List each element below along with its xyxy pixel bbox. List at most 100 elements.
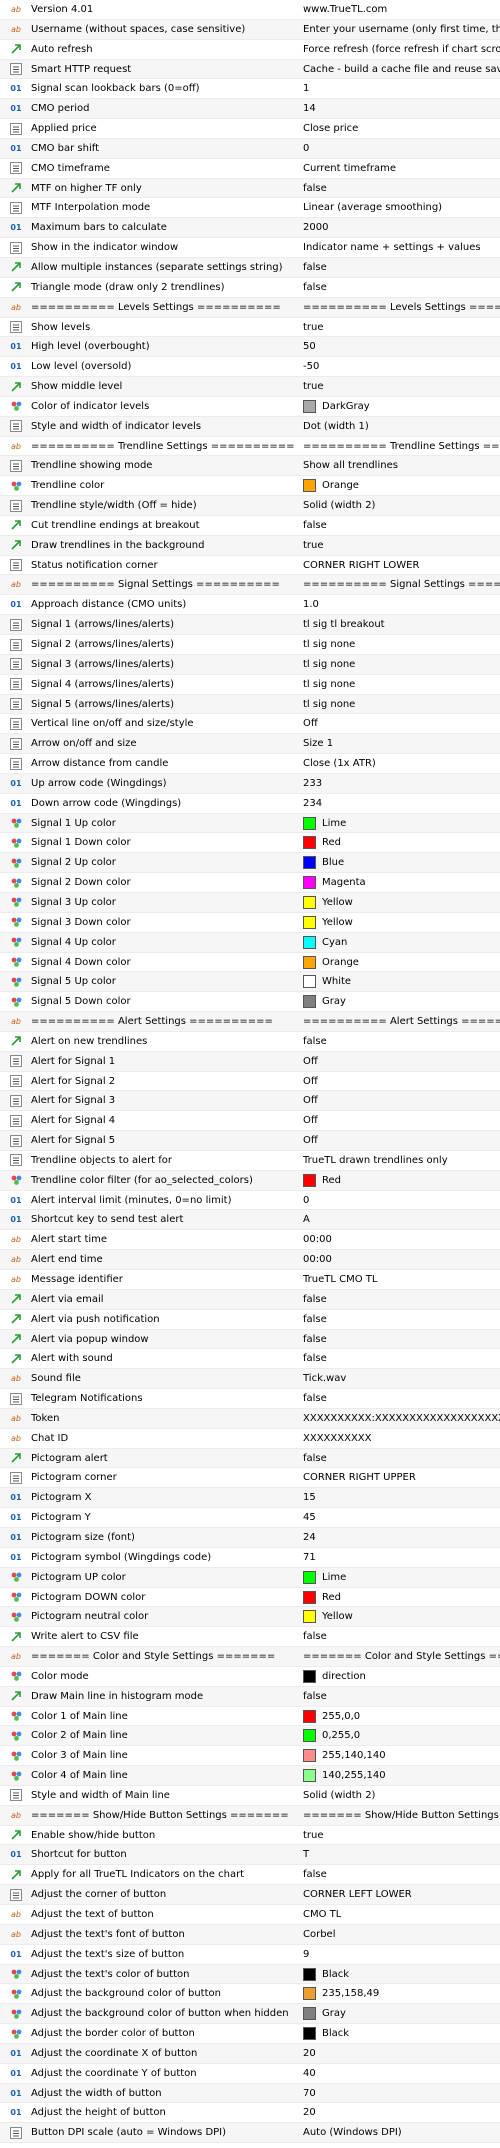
input-value[interactable]: 255,140,140 [303,1746,500,1765]
input-row[interactable]: Alert for Signal 5 Off [0,1131,500,1151]
input-row[interactable]: 01 Pictogram Y 45 [0,1508,500,1528]
input-row[interactable]: Alert on new trendlines false [0,1032,500,1052]
input-value[interactable]: 2000 [303,218,500,237]
input-row[interactable]: ab Adjust the text of button CMO TL [0,1905,500,1925]
input-row[interactable]: Signal 2 (arrows/lines/alerts) tl sig no… [0,635,500,655]
input-value[interactable]: 45 [303,1508,500,1527]
input-value[interactable]: 20 [303,2044,500,2063]
input-row[interactable]: ab Alert end time 00:00 [0,1250,500,1270]
input-row[interactable]: Signal 4 Down color Orange [0,953,500,973]
input-value[interactable]: 20 [303,2103,500,2122]
input-row[interactable]: Alert via push notification false [0,1310,500,1330]
input-value[interactable]: -50 [303,357,500,376]
input-value[interactable]: Black [303,1965,500,1984]
input-value[interactable]: direction [303,1667,500,1686]
input-value[interactable]: false [303,1290,500,1309]
input-value[interactable]: Size 1 [303,734,500,753]
input-row[interactable]: Status notification corner CORNER RIGHT … [0,556,500,576]
input-value[interactable]: false [303,1627,500,1646]
input-row[interactable]: Alert with sound false [0,1349,500,1370]
input-value[interactable]: 233 [303,774,500,793]
input-value[interactable]: White [303,972,500,991]
input-value[interactable]: 235,158,49 [303,1984,500,2003]
input-row[interactable]: Trendline color filter (for ao_selected_… [0,1170,500,1191]
input-value[interactable]: 50 [303,337,500,356]
input-row[interactable]: Pictogram DOWN color Red [0,1588,500,1608]
input-row[interactable]: Trendline style/width (Off = hide) Solid… [0,496,500,516]
input-value[interactable]: Red [303,1588,500,1607]
input-row[interactable]: ab ========== Alert Settings ========== … [0,1012,500,1032]
input-value[interactable]: ======= Show/Hide Button Settings ======… [303,1806,500,1825]
input-value[interactable]: ========== Levels Settings ========== [303,298,500,317]
input-row[interactable]: Signal 3 Up color Yellow [0,892,500,913]
input-row[interactable]: Signal 2 Up color Blue [0,853,500,874]
input-value[interactable]: Off [303,1131,500,1150]
input-value[interactable]: Close price [303,119,500,138]
input-value[interactable]: 255,0,0 [303,1707,500,1726]
input-row[interactable]: Arrow on/off and size Size 1 [0,734,500,755]
input-value[interactable]: Orange [303,476,500,495]
input-row[interactable]: Cut trendline endings at breakout false [0,516,500,536]
input-row[interactable]: Button DPI scale (auto = Windows DPI) Au… [0,2123,500,2144]
input-value[interactable]: 71 [303,1548,500,1567]
input-row[interactable]: Show in the indicator window Indicator n… [0,238,500,258]
input-row[interactable]: 01 Shortcut for button T [0,1845,500,1866]
input-value[interactable]: Off [303,1072,500,1091]
input-value[interactable]: true [303,536,500,555]
input-value[interactable]: 9 [303,1945,500,1964]
input-value[interactable]: Off [303,714,500,733]
input-row[interactable]: Adjust the border color of button Black [0,2024,500,2044]
input-row[interactable]: 01 Pictogram X 15 [0,1488,500,1509]
input-value[interactable]: Dot (width 1) [303,417,500,436]
input-value[interactable]: XXXXXXXXXX [303,1429,500,1448]
input-value[interactable]: A [303,1210,500,1229]
input-value[interactable]: TrueTL drawn trendlines only [303,1151,500,1170]
input-value[interactable]: ======= Color and Style Settings ======= [303,1647,500,1666]
input-row[interactable]: ab ========== Trendline Settings =======… [0,437,500,457]
input-row[interactable]: Color 3 of Main line 255,140,140 [0,1746,500,1767]
input-row[interactable]: 01 Pictogram symbol (Wingdings code) 71 [0,1548,500,1568]
input-row[interactable]: Smart HTTP request Cache - build a cache… [0,59,500,80]
input-value[interactable]: false [303,1330,500,1349]
input-value[interactable]: DarkGray [303,397,500,416]
input-row[interactable]: ab Token XXXXXXXXXX:XXXXXXXXXXXXXXXXXXXX… [0,1408,500,1429]
input-value[interactable]: 234 [303,794,500,813]
input-value[interactable]: CORNER RIGHT LOWER [303,556,500,575]
input-row[interactable]: Alert for Signal 1 Off [0,1051,500,1072]
input-value[interactable]: false [303,1349,500,1368]
input-value[interactable]: tl sig tl breakout [303,615,500,634]
input-row[interactable]: Signal 4 Up color Cyan [0,932,500,953]
input-row[interactable]: Color 2 of Main line 0,255,0 [0,1726,500,1747]
input-row[interactable]: Alert via email false [0,1289,500,1310]
input-value[interactable]: Red [303,1171,500,1190]
input-value[interactable]: ========== Trendline Settings ========== [303,437,500,456]
input-row[interactable]: ab Alert start time 00:00 [0,1230,500,1251]
input-value[interactable]: tl sig none [303,695,500,714]
input-value[interactable]: false [303,1389,500,1408]
input-row[interactable]: Signal 3 (arrows/lines/alerts) tl sig no… [0,654,500,675]
input-value[interactable]: ========== Signal Settings ========== [303,575,500,594]
input-value[interactable]: false [303,179,500,198]
input-value[interactable]: Cache - build a cache file and reuse sav… [303,60,500,79]
input-row[interactable]: Trendline color Orange [0,476,500,497]
input-row[interactable]: Pictogram neutral color Yellow [0,1607,500,1628]
input-value[interactable]: Tick.wav [303,1369,500,1388]
input-row[interactable]: Style and width of Main line Solid (widt… [0,1786,500,1806]
input-row[interactable]: Show middle level true [0,377,500,397]
input-value[interactable]: Black [303,2024,500,2043]
input-row[interactable]: Vertical line on/off and size/style Off [0,714,500,735]
input-row[interactable]: 01 Maximum bars to calculate 2000 [0,218,500,239]
input-value[interactable]: 14 [303,99,500,118]
input-value[interactable]: T [303,1845,500,1864]
input-value[interactable]: Off [303,1091,500,1110]
input-row[interactable]: 01 Low level (oversold) -50 [0,357,500,378]
input-value[interactable]: 0 [303,1191,500,1210]
input-value[interactable]: Red [303,833,500,852]
input-value[interactable]: CMO TL [303,1905,500,1924]
input-row[interactable]: 01 Pictogram size (font) 24 [0,1527,500,1548]
input-row[interactable]: Auto refresh Force refresh (force refres… [0,40,500,60]
input-row[interactable]: Adjust the background color of button wh… [0,2004,500,2025]
input-row[interactable]: 01 Adjust the width of button 70 [0,2083,500,2104]
input-row[interactable]: Trendline objects to alert for TrueTL dr… [0,1151,500,1171]
input-value[interactable]: tl sig none [303,675,500,694]
